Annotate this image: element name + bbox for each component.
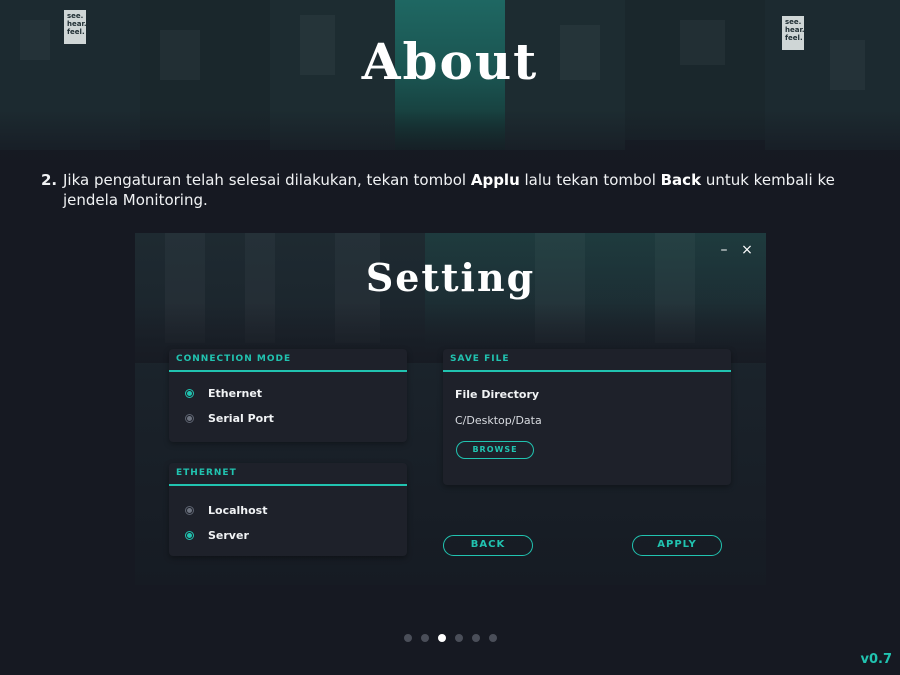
page-title: About <box>361 32 539 91</box>
settings-window: – × Setting CONNECTION MODE Ethernet Ser… <box>135 233 766 585</box>
ethernet-panel: ETHERNET Localhost Server <box>169 463 407 556</box>
page-dot[interactable] <box>404 634 412 642</box>
version-label: v0.7 <box>860 652 892 667</box>
save-file-header: SAVE FILE <box>443 349 731 372</box>
radio-label: Localhost <box>208 503 268 517</box>
ethernet-header: ETHERNET <box>169 463 407 486</box>
radio-serial-port[interactable]: Serial Port <box>185 410 274 426</box>
step-number: 2. <box>41 171 58 189</box>
radio-selected-icon <box>185 388 194 398</box>
apply-keyword: Applu <box>470 171 520 189</box>
save-file-panel: SAVE FILE File Directory C/Desktop/Data … <box>443 349 731 485</box>
connection-mode-panel: CONNECTION MODE Ethernet Serial Port <box>169 349 407 442</box>
browse-button[interactable]: BROWSE <box>456 441 534 459</box>
connection-mode-header: CONNECTION MODE <box>169 349 407 372</box>
radio-selected-icon <box>185 530 194 540</box>
file-directory-value: C/Desktop/Data <box>455 414 542 427</box>
back-keyword: Back <box>660 171 702 189</box>
radio-label: Serial Port <box>208 411 274 425</box>
settings-title: Setting <box>365 255 536 300</box>
radio-label: Ethernet <box>208 386 263 400</box>
page-dot[interactable] <box>489 634 497 642</box>
page-dot[interactable] <box>421 634 429 642</box>
page-dot[interactable] <box>472 634 480 642</box>
radio-unselected-icon <box>185 413 194 423</box>
apply-button[interactable]: APPLY <box>632 535 722 556</box>
pagination <box>404 634 497 642</box>
step-text: Jika pengaturan telah selesai dilakukan,… <box>63 171 835 209</box>
radio-server[interactable]: Server <box>185 527 249 543</box>
page-dot-active[interactable] <box>438 634 446 642</box>
radio-localhost[interactable]: Localhost <box>185 502 267 518</box>
instruction-step: 2. Jika pengaturan telah selesai dilakuk… <box>41 170 871 210</box>
radio-label: Server <box>208 528 249 542</box>
radio-unselected-icon <box>185 505 194 515</box>
page-dot[interactable] <box>455 634 463 642</box>
back-button[interactable]: BACK <box>443 535 533 556</box>
file-directory-label: File Directory <box>455 388 540 401</box>
radio-ethernet[interactable]: Ethernet <box>185 385 262 401</box>
